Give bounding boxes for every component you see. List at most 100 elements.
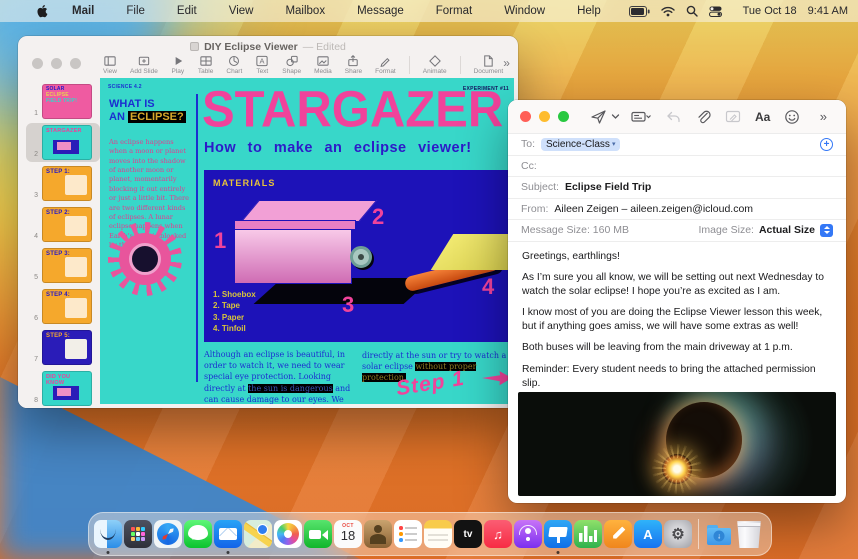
dock-app-keynote[interactable] xyxy=(544,520,572,554)
dock-app-messages[interactable] xyxy=(184,520,212,548)
to-row[interactable]: To: Science-Class ▾ + xyxy=(508,134,846,156)
slide-thumbnail-1[interactable]: 1 SOLAR ECLIPSE FIELD TRIP! xyxy=(26,82,100,121)
dock-app-downloads[interactable]: ↓ xyxy=(705,520,733,548)
menu-window[interactable]: Window xyxy=(504,5,545,17)
menu-message[interactable]: Message xyxy=(357,5,404,17)
image-size-control[interactable]: Image Size: Actual Size xyxy=(699,223,833,237)
maps-icon xyxy=(244,520,272,548)
slide-thumbnail-5[interactable]: 5 STEP 3: xyxy=(26,246,100,285)
add-recipient-button[interactable]: + xyxy=(820,137,833,151)
minimize-button[interactable] xyxy=(51,58,62,69)
dock-app-contacts[interactable] xyxy=(364,520,392,548)
slide-thumbnail-7[interactable]: 7 STEP 5: xyxy=(26,328,100,367)
slide-thumbnail-6[interactable]: 6 STEP 4: xyxy=(26,287,100,326)
menu-bar-time[interactable]: 9:41 AM xyxy=(808,5,848,17)
battery-icon[interactable] xyxy=(628,5,650,17)
dock-app-reminders[interactable] xyxy=(394,520,422,548)
keynote-titlebar[interactable]: DIY Eclipse Viewer — Edited xyxy=(18,36,518,53)
toolbar-button-format[interactable]: Format xyxy=(375,54,396,75)
header-fields-icon[interactable] xyxy=(631,109,651,124)
image-size-stepper-icon[interactable] xyxy=(820,223,833,237)
slide-canvas[interactable]: SCIENCE 4.2 EXPERIMENT #11 WHAT IS AN EC… xyxy=(100,78,514,404)
toolbar-button-chart[interactable]: Chart xyxy=(226,54,242,75)
eclipse-photo-attachment[interactable] xyxy=(518,392,836,496)
overflow-icon[interactable]: » xyxy=(820,109,827,124)
toolbar-button-share[interactable]: Share xyxy=(345,54,362,75)
send-icon[interactable] xyxy=(590,108,607,125)
toolbar-overflow-button[interactable]: » xyxy=(503,56,510,70)
calendar-icon: OCT 18 xyxy=(334,520,362,548)
mail-compose-window: Aa » To: Science-Class ▾ + Cc: Subject: Ec… xyxy=(508,100,846,503)
attach-icon[interactable] xyxy=(695,109,711,125)
toolbar-button-play[interactable]: Play xyxy=(171,54,185,75)
close-button[interactable] xyxy=(32,58,43,69)
menu-mailbox[interactable]: Mailbox xyxy=(285,5,325,17)
dock-app-trash[interactable] xyxy=(735,520,763,548)
apple-menu-icon[interactable] xyxy=(36,4,48,18)
toolbar-button-media[interactable]: Media xyxy=(314,54,332,75)
dock-app-pages[interactable] xyxy=(604,520,632,548)
dock-app-launchpad[interactable] xyxy=(124,520,152,548)
spotlight-icon[interactable] xyxy=(686,5,698,17)
menu-edit[interactable]: Edit xyxy=(177,5,197,17)
toolbar-button-shape[interactable]: Shape xyxy=(282,54,301,75)
wifi-icon[interactable] xyxy=(660,6,675,17)
shape-icon xyxy=(285,54,299,67)
dock-app-maps[interactable] xyxy=(244,520,272,548)
recipient-token[interactable]: Science-Class ▾ xyxy=(541,137,621,151)
dock-app-facetime[interactable] xyxy=(304,520,332,548)
cc-row[interactable]: Cc: xyxy=(508,156,846,177)
toolbar-button-text[interactable]: A Text xyxy=(255,54,269,75)
toolbar-button-add-slide[interactable]: Add Slide xyxy=(130,54,158,75)
toolbar-button-table[interactable]: Table xyxy=(198,54,213,75)
menu-format[interactable]: Format xyxy=(436,5,472,17)
dock-app-calendar[interactable]: OCT 18 xyxy=(334,520,362,548)
menu-file[interactable]: File xyxy=(126,5,145,17)
dock-app-notes[interactable] xyxy=(424,520,452,548)
menu-bar-date[interactable]: Tue Oct 18 xyxy=(743,5,797,17)
slide-thumbnail-4[interactable]: 4 STEP 2: xyxy=(26,205,100,244)
slide-number: 6 xyxy=(34,315,38,322)
slide-thumbnail-2[interactable]: 2 STARGAZER xyxy=(26,123,100,162)
subject-row[interactable]: Subject: Eclipse Field Trip xyxy=(508,177,846,199)
dock-app-music[interactable]: ♫ xyxy=(484,520,512,548)
slide-column-divider xyxy=(196,94,198,382)
dock-app-photos[interactable] xyxy=(274,520,302,548)
body-paragraph: Greetings, earthlings! xyxy=(522,250,620,262)
close-button[interactable] xyxy=(520,111,531,122)
control-center-icon[interactable] xyxy=(708,6,722,17)
dock-app-appstore[interactable]: A xyxy=(634,520,662,548)
thumbnail-label: STEP 5: xyxy=(46,333,70,339)
mail-icon xyxy=(214,520,242,548)
dock-app-mail[interactable] xyxy=(214,520,242,554)
zoom-button[interactable] xyxy=(558,111,569,122)
toolbar-button-document[interactable]: Document xyxy=(474,54,503,75)
dock-app-numbers[interactable] xyxy=(574,520,602,548)
from-value: Aileen Zeigen – aileen.zeigen@icloud.com xyxy=(554,202,754,215)
thumbnail-label: FIELD TRIP! xyxy=(46,97,78,104)
from-row[interactable]: From: Aileen Zeigen – aileen.zeigen@iclo… xyxy=(508,199,846,220)
zoom-button[interactable] xyxy=(70,58,81,69)
emoji-icon[interactable] xyxy=(784,109,800,125)
dock-app-safari[interactable] xyxy=(154,520,182,548)
launchpad-icon xyxy=(124,520,152,548)
slide-thumbnail-8[interactable]: 8 DID YOU KNOW xyxy=(26,369,100,408)
dock-app-podcasts[interactable] xyxy=(514,520,542,548)
toolbar-button-animate[interactable]: Animate xyxy=(423,54,447,75)
chevron-down-icon[interactable] xyxy=(611,112,620,121)
toolbar-button-label: Format xyxy=(375,68,396,75)
minimize-button[interactable] xyxy=(539,111,550,122)
dock-app-tv[interactable]: tv xyxy=(454,520,482,548)
format-text-icon[interactable]: Aa xyxy=(755,110,770,124)
to-label: To: xyxy=(521,138,536,151)
toolbar-button-view[interactable]: View xyxy=(103,54,117,75)
menu-help[interactable]: Help xyxy=(577,5,601,17)
menu-mail[interactable]: Mail xyxy=(72,5,94,17)
menu-view[interactable]: View xyxy=(229,5,254,17)
reminders-icon xyxy=(394,520,422,548)
keynote-content: 1 SOLAR ECLIPSE FIELD TRIP! 2 STARGAZER 3 STEP … xyxy=(18,78,518,408)
dock-app-settings[interactable]: ⚙ xyxy=(664,520,692,548)
mail-toolbar[interactable]: Aa » xyxy=(508,100,846,134)
dock-app-finder[interactable] xyxy=(94,520,122,554)
slide-thumbnail-3[interactable]: 3 STEP 1: xyxy=(26,164,100,203)
